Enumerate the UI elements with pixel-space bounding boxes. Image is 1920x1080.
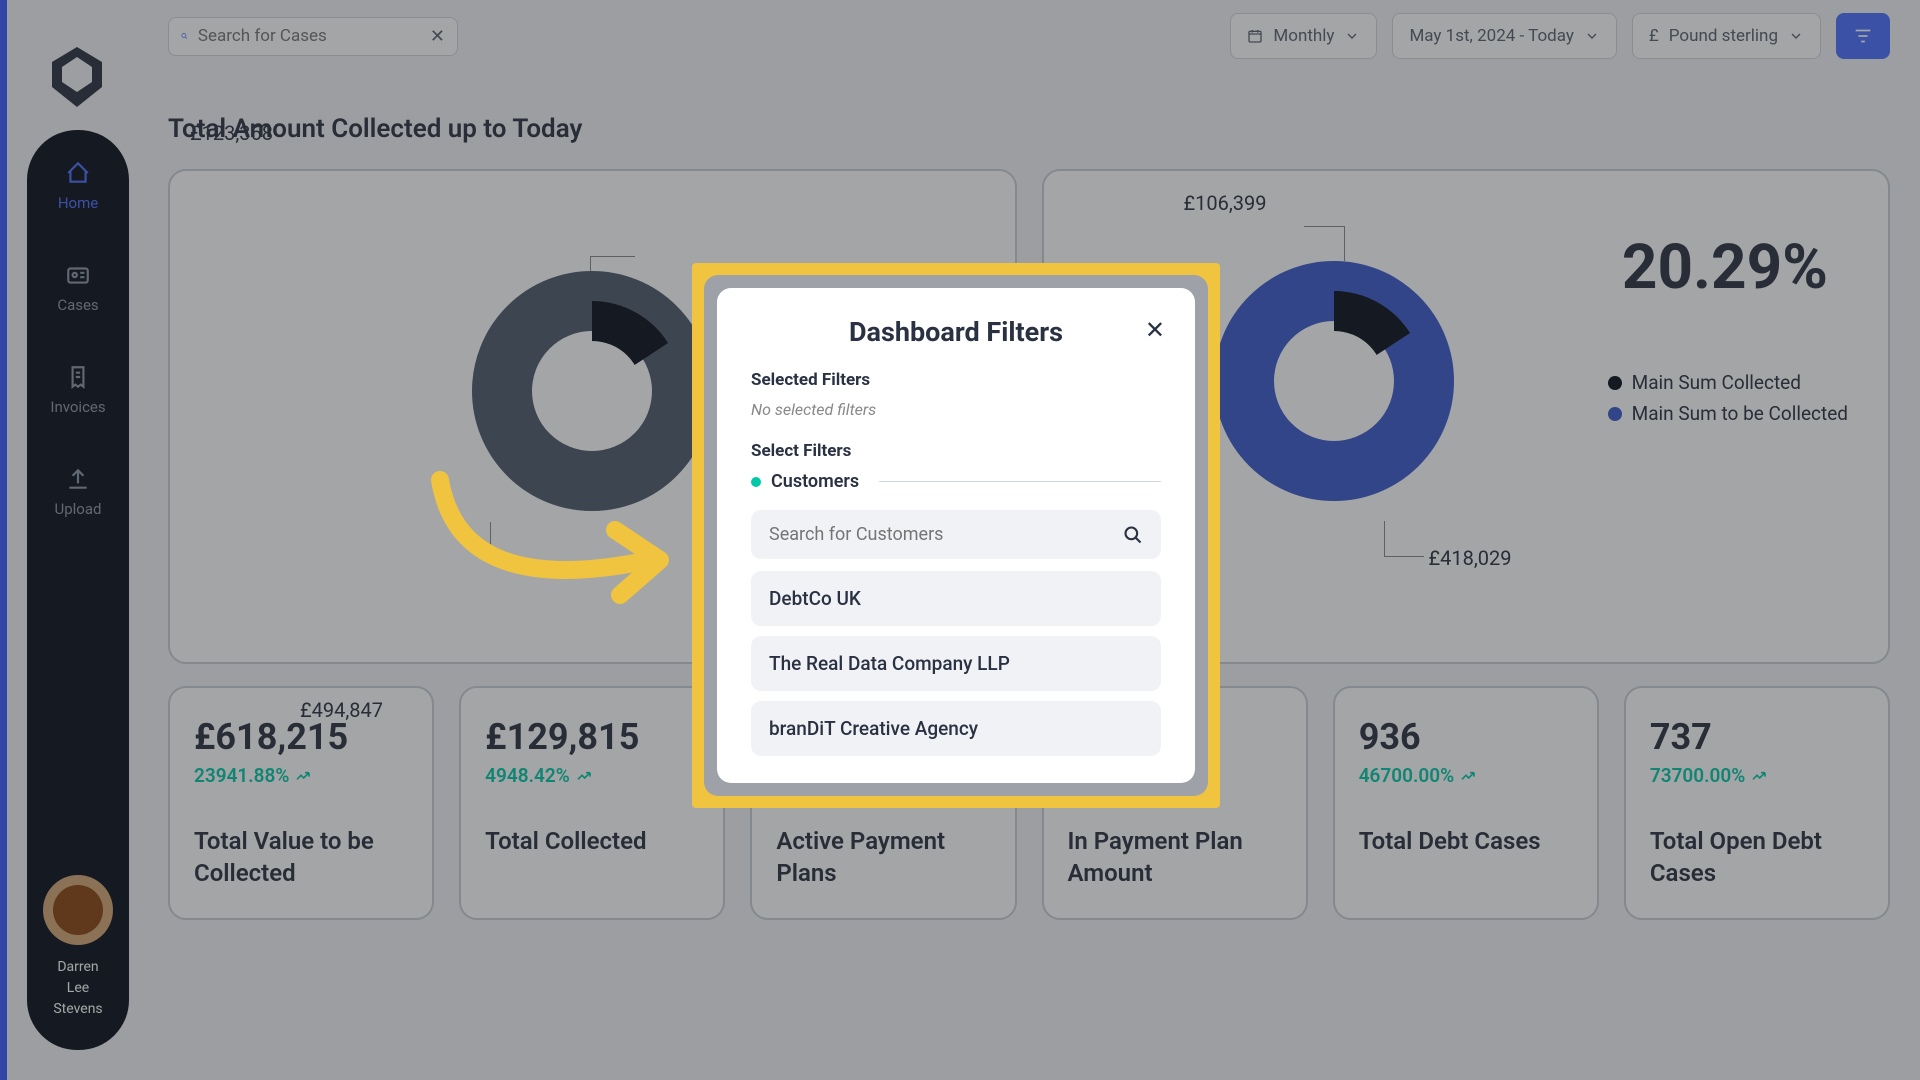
- close-button[interactable]: ✕: [1145, 316, 1165, 344]
- selected-filters-header: Selected Filters: [751, 370, 1161, 390]
- modal-highlight: Dashboard Filters ✕ Selected Filters No …: [692, 263, 1220, 808]
- select-filters-header: Select Filters: [751, 441, 1161, 461]
- modal-search-box[interactable]: [751, 510, 1161, 559]
- filters-modal: Dashboard Filters ✕ Selected Filters No …: [717, 288, 1195, 783]
- modal-title: Dashboard Filters: [751, 316, 1161, 348]
- filter-option[interactable]: branDiT Creative Agency: [751, 701, 1161, 756]
- modal-search-input[interactable]: [769, 524, 1123, 545]
- filter-dot: [751, 477, 761, 487]
- filter-option[interactable]: DebtCo UK: [751, 571, 1161, 626]
- search-icon: [1123, 525, 1143, 545]
- filter-option[interactable]: The Real Data Company LLP: [751, 636, 1161, 691]
- no-filters-text: No selected filters: [751, 400, 1161, 419]
- filter-type-label: Customers: [771, 471, 859, 492]
